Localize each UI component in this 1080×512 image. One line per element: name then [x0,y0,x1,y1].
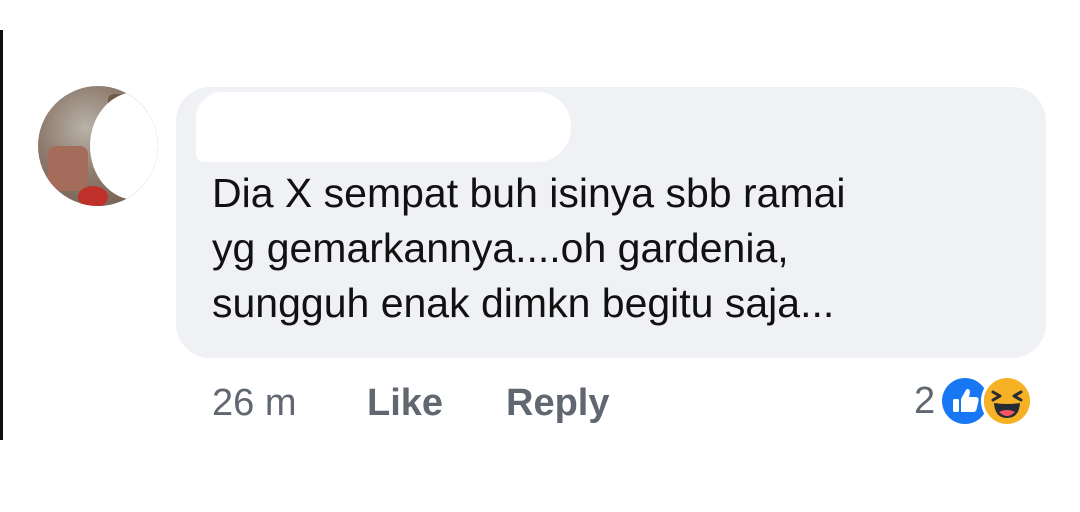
reaction-count: 2 [914,379,936,422]
reactions-summary[interactable]: 2 [914,375,1034,427]
haha-icon [981,375,1034,427]
avatar-photo-detail [48,146,88,191]
reply-button[interactable]: Reply [506,382,609,425]
comment-text-line: yg gemarkannya....oh gardenia, [212,225,789,271]
like-button[interactable]: Like [367,382,506,425]
comment-text-line: Dia X sempat buh isinya sbb ramai [212,170,846,216]
comment-text-line: sungguh enak dimkn begitu saja... [212,280,835,326]
avatar-photo-detail [78,186,108,206]
comment-timestamp[interactable]: 26 m [212,382,367,425]
comment-actions: 26 m Like Reply [212,380,609,426]
avatar-redaction [90,92,158,200]
left-edge-line [0,30,3,440]
comment-text: Dia X sempat buh isinya sbb ramai yg gem… [212,166,1032,331]
commenter-name-redaction [196,92,571,162]
avatar[interactable] [38,86,158,206]
